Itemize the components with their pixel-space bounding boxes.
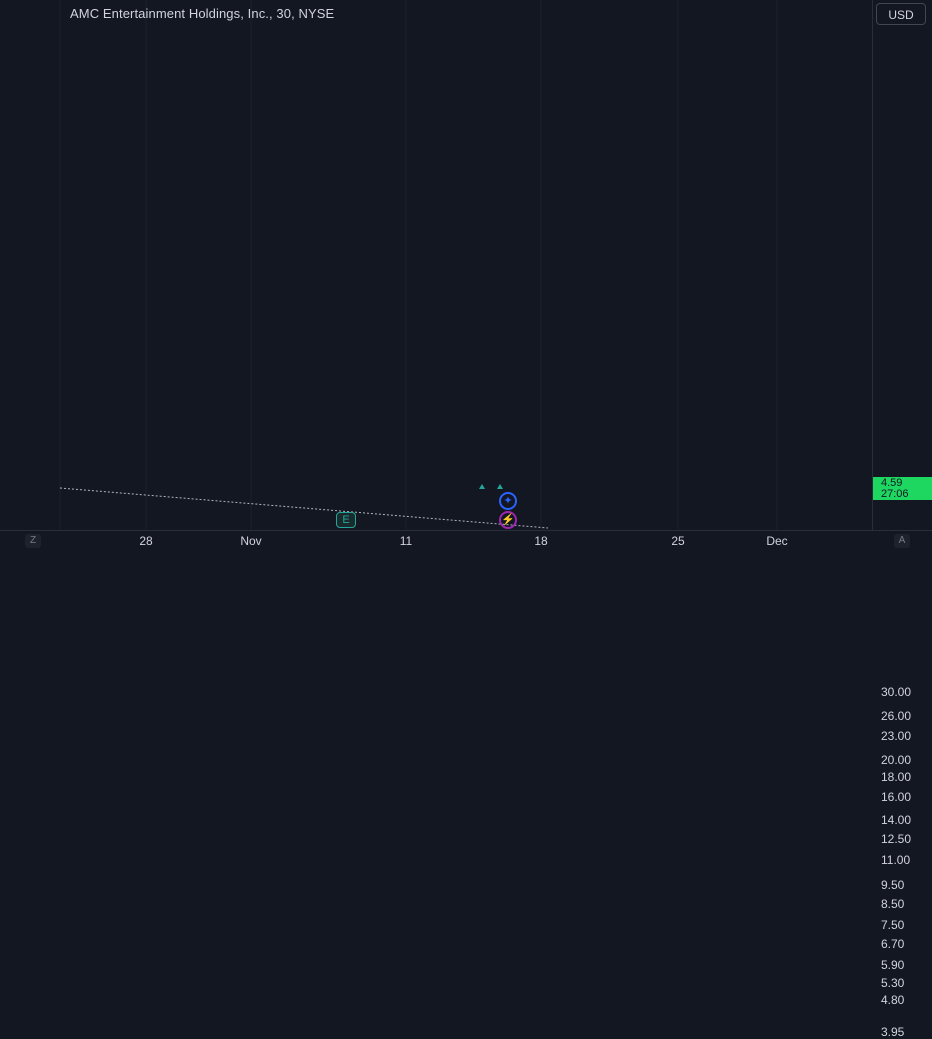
price-tick-label: 23.00 [881,729,912,744]
price-tick-label: 6.70 [881,936,905,951]
timezone-button[interactable]: Z [25,534,41,548]
price-axis[interactable]: 4.59 27:06 30.00 26.00 23.00 20.00 18.00 16.0… [872,0,932,1039]
time-label-nov: Nov [240,534,262,548]
price-tick-label: 5.30 [881,976,905,991]
price-tick-label: 5.90 [881,958,905,973]
time-label-25: 25 [671,534,685,548]
chart-title: AMC Entertainment Holdings, Inc., 30, NY… [70,6,335,21]
time-label-18: 18 [534,534,548,548]
price-tick-label: 3.95 [881,1025,905,1039]
triangle-marker [479,484,485,489]
current-price-tag: 4.59 27:06 [873,477,932,500]
bar-countdown: 27:06 [881,488,909,500]
time-label-11: 11 [399,534,413,548]
split-marker-icon[interactable]: ⚡ [499,511,517,529]
time-label-28: 28 [139,534,153,548]
dividend-marker-icon[interactable]: ✦ [499,492,517,510]
price-tick-label: 30.00 [881,684,912,699]
price-tick-label: 20.00 [881,752,912,767]
price-tick-label: 18.00 [881,770,912,785]
trend-line [59,487,549,529]
price-tick-label: 14.00 [881,812,912,827]
price-tick-label: 8.50 [881,896,905,911]
time-label-dec: Dec [766,534,788,548]
price-tick-label: 26.00 [881,708,912,723]
earnings-marker[interactable]: E [336,512,356,528]
price-chart[interactable] [0,0,872,530]
price-tick-label: 4.80 [881,992,905,1007]
price-tick-label: 11.00 [881,853,911,868]
chart-area[interactable]: AMC Entertainment Holdings, Inc., 30, NY… [0,0,872,530]
price-tick-label: 16.00 [881,790,912,805]
triangle-marker [497,484,503,489]
auto-scale-button[interactable]: A [894,534,910,548]
time-axis[interactable]: Z 28 Nov 11 18 25 Dec A [0,530,932,550]
price-tick-label: 9.50 [881,877,905,892]
price-tick-label: 7.50 [881,917,905,932]
price-tick-label: 12.50 [881,831,912,846]
